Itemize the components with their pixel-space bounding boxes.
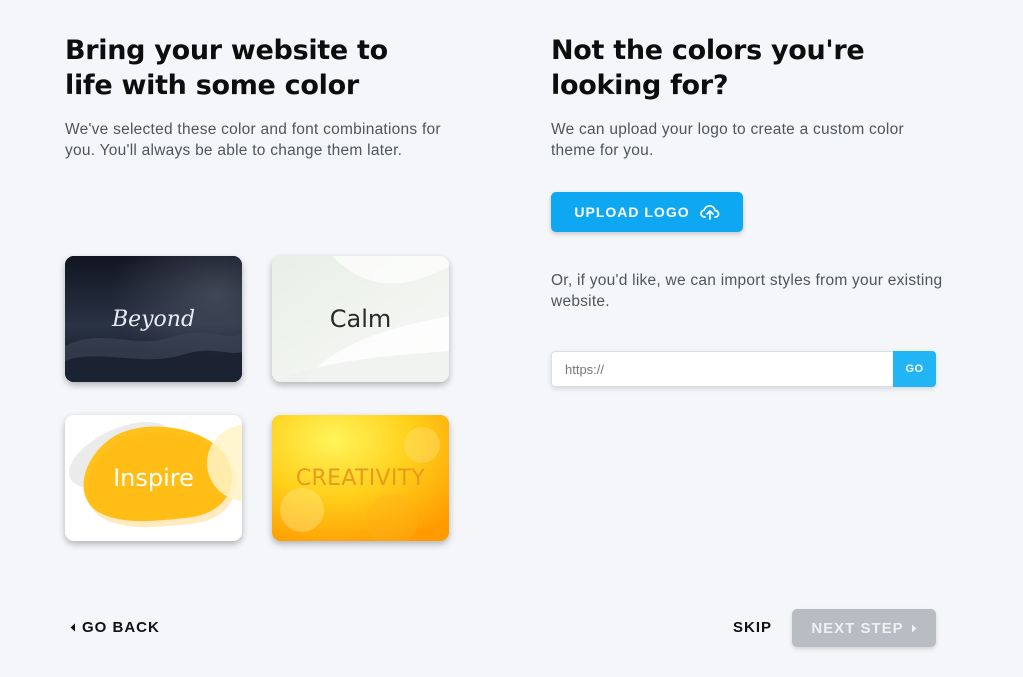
color-description: We've selected these color and font comb…: [65, 121, 441, 159]
color-heading: Bring your website to life with some col…: [65, 33, 445, 103]
theme-card-creativity[interactable]: CREATIVITY: [272, 415, 449, 541]
theme-card-calm[interactable]: Calm: [272, 256, 449, 382]
custom-colors-description: We can upload your logo to create a cust…: [551, 121, 904, 159]
theme-label-calm: Calm: [329, 305, 392, 333]
upload-logo-button[interactable]: UPLOAD LOGO: [551, 192, 743, 232]
caret-left-icon: [70, 623, 76, 632]
cloud-upload-icon: [699, 204, 720, 220]
custom-colors-heading-line-2: looking for?: [551, 70, 729, 101]
upload-logo-label: UPLOAD LOGO: [574, 204, 690, 220]
go-back-label: GO BACK: [82, 619, 160, 636]
theme-label-inspire: Inspire: [113, 464, 194, 492]
theme-card-inspire[interactable]: Inspire: [65, 415, 242, 541]
go-back-button[interactable]: GO BACK: [70, 619, 160, 636]
import-styles-description: Or, if you'd like, we can import styles …: [551, 272, 943, 310]
caret-right-icon: [911, 624, 917, 633]
onboarding-page: Bring your website to life with some col…: [0, 0, 1023, 677]
next-step-button[interactable]: NEXT STEP: [792, 609, 936, 647]
theme-card-beyond[interactable]: Beyond: [65, 256, 242, 382]
website-url-form: GO: [551, 351, 936, 387]
custom-colors-heading-line-1: Not the colors you're: [551, 35, 865, 66]
website-url-input[interactable]: [551, 351, 893, 387]
go-button[interactable]: GO: [893, 351, 936, 387]
color-heading-line-1: Bring your website to: [65, 35, 388, 66]
skip-button[interactable]: SKIP: [733, 619, 772, 636]
theme-label-beyond: Beyond: [111, 306, 196, 332]
color-heading-line-2: life with some color: [65, 70, 359, 101]
custom-colors-heading: Not the colors you're looking for?: [551, 33, 931, 103]
theme-label-creativity: CREATIVITY: [295, 465, 426, 491]
next-step-label: NEXT STEP: [811, 619, 904, 637]
